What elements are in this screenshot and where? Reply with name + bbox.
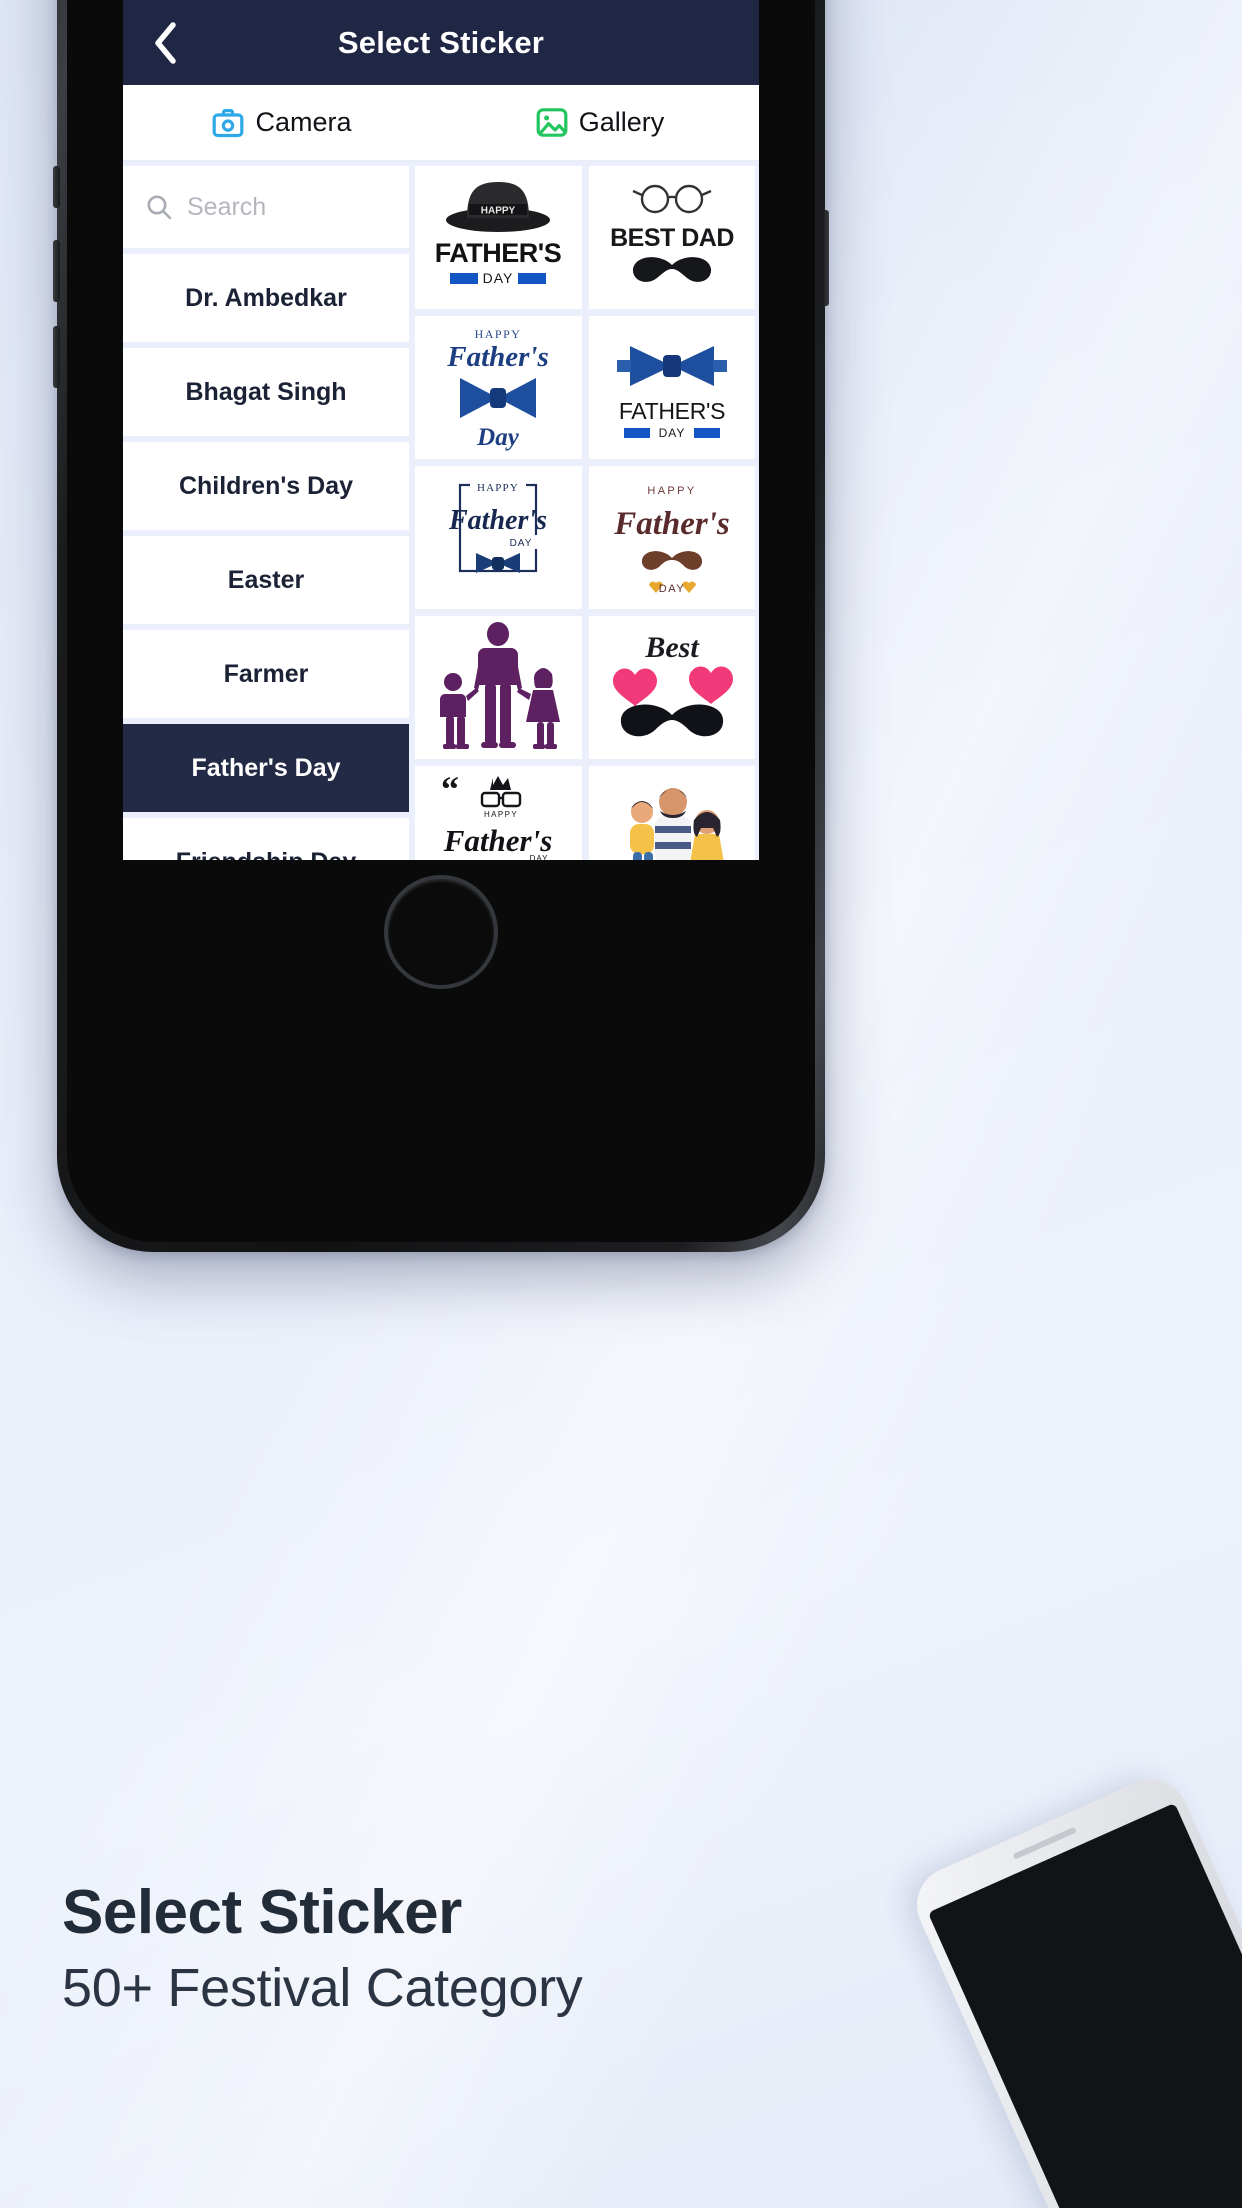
dad-family-illustration-icon bbox=[629, 787, 724, 860]
svg-text:Best: Best bbox=[644, 631, 700, 664]
sticker-item[interactable]: HAPPY FATHER'S DAY bbox=[415, 166, 582, 309]
svg-text:HAPPY: HAPPY bbox=[481, 206, 516, 217]
sticker-item[interactable]: BEST DAD bbox=[588, 166, 755, 309]
sticker-item[interactable]: HAPPY Father's DAY bbox=[588, 466, 755, 609]
svg-text:”: ” bbox=[553, 857, 571, 861]
category-label: Father's Day bbox=[191, 753, 341, 782]
phone-power-button bbox=[822, 210, 829, 306]
fathers-day-bowtie-banner-icon: FATHER'S DAY bbox=[616, 345, 727, 440]
promo-title: Select Sticker bbox=[62, 1878, 462, 1947]
sidebar-item-easter[interactable]: Easter bbox=[123, 536, 409, 624]
page-title: Select Sticker bbox=[337, 24, 545, 60]
svg-text:Father's: Father's bbox=[443, 823, 553, 858]
svg-text:Father's: Father's bbox=[613, 506, 730, 542]
category-label: Children's Day bbox=[178, 471, 354, 500]
camera-icon bbox=[213, 108, 244, 137]
phone-silent-switch bbox=[53, 166, 60, 208]
category-label: Friendship Day bbox=[176, 848, 357, 860]
svg-text:HAPPY: HAPPY bbox=[484, 810, 518, 819]
tab-camera[interactable]: Camera bbox=[123, 85, 441, 160]
category-label: Farmer bbox=[223, 659, 309, 688]
sticker-item[interactable] bbox=[415, 616, 582, 759]
sticker-item[interactable]: Best bbox=[588, 616, 755, 759]
svg-text:DAY: DAY bbox=[658, 583, 685, 595]
search-icon bbox=[147, 195, 172, 220]
happy-fathers-moustache-icon: HAPPY Father's DAY bbox=[613, 485, 730, 595]
svg-text:Father's: Father's bbox=[448, 505, 547, 536]
phone-home-button bbox=[384, 875, 498, 989]
app-bar: Select Sticker bbox=[123, 0, 759, 85]
sticker-item[interactable]: HAPPY Father's Day bbox=[415, 316, 582, 459]
sticker-item[interactable]: FATHER'S DAY bbox=[588, 316, 755, 459]
svg-text:HAPPY: HAPPY bbox=[647, 485, 696, 497]
sticker-grid[interactable]: HAPPY FATHER'S DAY BEST DAD HAPPY Father… bbox=[415, 166, 759, 860]
svg-text:DAY: DAY bbox=[530, 854, 549, 861]
promo-subtitle: 50+ Festival Category bbox=[62, 1958, 583, 2019]
fathers-day-quote-icon: “ HAPPY Father's DAY ” bbox=[441, 769, 571, 861]
best-moustache-hearts-icon: Best bbox=[612, 631, 733, 736]
tab-gallery-label: Gallery bbox=[578, 107, 665, 137]
category-label: Easter bbox=[227, 565, 305, 594]
hat-fathers-day-icon: HAPPY FATHER'S DAY bbox=[435, 182, 562, 286]
category-sidebar[interactable]: Dr. Ambedkar Bhagat Singh Children's Day… bbox=[123, 166, 409, 860]
decorative-phone-screen bbox=[927, 1802, 1242, 2208]
screenshot-root: Select Sticker Camera Gallery Search Dr.… bbox=[0, 0, 1242, 2208]
category-label: Dr. Ambedkar bbox=[185, 283, 347, 312]
svg-text:HAPPY: HAPPY bbox=[475, 327, 522, 341]
phone-mockup: Select Sticker Camera Gallery Search Dr.… bbox=[53, 0, 829, 1252]
category-label: Bhagat Singh bbox=[185, 377, 347, 406]
svg-text:DAY: DAY bbox=[483, 270, 514, 286]
sidebar-item-farmer[interactable]: Farmer bbox=[123, 630, 409, 718]
sticker-item[interactable]: “ HAPPY Father's DAY ” bbox=[415, 766, 582, 860]
search-input[interactable] bbox=[187, 192, 367, 222]
content-area: Dr. Ambedkar Bhagat Singh Children's Day… bbox=[123, 162, 759, 860]
sticker-item[interactable] bbox=[588, 766, 755, 860]
image-icon bbox=[536, 108, 568, 137]
search-field[interactable] bbox=[123, 166, 409, 248]
svg-text:DAY: DAY bbox=[658, 426, 685, 440]
dad-kids-silhouette-icon bbox=[440, 621, 561, 749]
sidebar-item-dr-ambedkar[interactable]: Dr. Ambedkar bbox=[123, 254, 409, 342]
svg-text:HAPPY: HAPPY bbox=[477, 482, 519, 494]
sticker-item[interactable]: HAPPY Father's DAY bbox=[415, 466, 582, 609]
sidebar-item-fathers-day[interactable]: Father's Day bbox=[123, 724, 409, 812]
promo-block: Select Sticker 50+ Festival Category bbox=[62, 1880, 962, 2018]
source-tab-bar: Camera Gallery bbox=[123, 85, 759, 162]
decorative-phone bbox=[904, 1767, 1242, 2208]
best-dad-glasses-icon: BEST DAD bbox=[610, 184, 734, 282]
happy-fathers-day-frame-icon: HAPPY Father's DAY bbox=[448, 478, 547, 573]
happy-fathers-day-bowtie-icon: HAPPY Father's Day bbox=[446, 327, 549, 451]
phone-volume-up-button bbox=[53, 240, 60, 302]
svg-text:DAY: DAY bbox=[510, 538, 533, 549]
svg-text:Father's: Father's bbox=[446, 341, 549, 373]
sidebar-item-childrens-day[interactable]: Children's Day bbox=[123, 442, 409, 530]
tab-gallery[interactable]: Gallery bbox=[441, 85, 759, 160]
sidebar-item-friendship-day[interactable]: Friendship Day bbox=[123, 818, 409, 860]
svg-text:FATHER'S: FATHER'S bbox=[435, 238, 561, 268]
svg-text:FATHER'S: FATHER'S bbox=[619, 398, 725, 424]
svg-text:BEST DAD: BEST DAD bbox=[610, 224, 734, 252]
svg-text:Day: Day bbox=[476, 424, 520, 451]
phone-volume-down-button bbox=[53, 326, 60, 388]
tab-camera-label: Camera bbox=[255, 107, 352, 137]
chevron-left-icon bbox=[155, 21, 176, 64]
phone-screen: Select Sticker Camera Gallery Search Dr.… bbox=[123, 0, 759, 860]
back-button[interactable] bbox=[123, 0, 207, 85]
sidebar-item-bhagat-singh[interactable]: Bhagat Singh bbox=[123, 348, 409, 436]
svg-text:“: “ bbox=[441, 769, 459, 809]
